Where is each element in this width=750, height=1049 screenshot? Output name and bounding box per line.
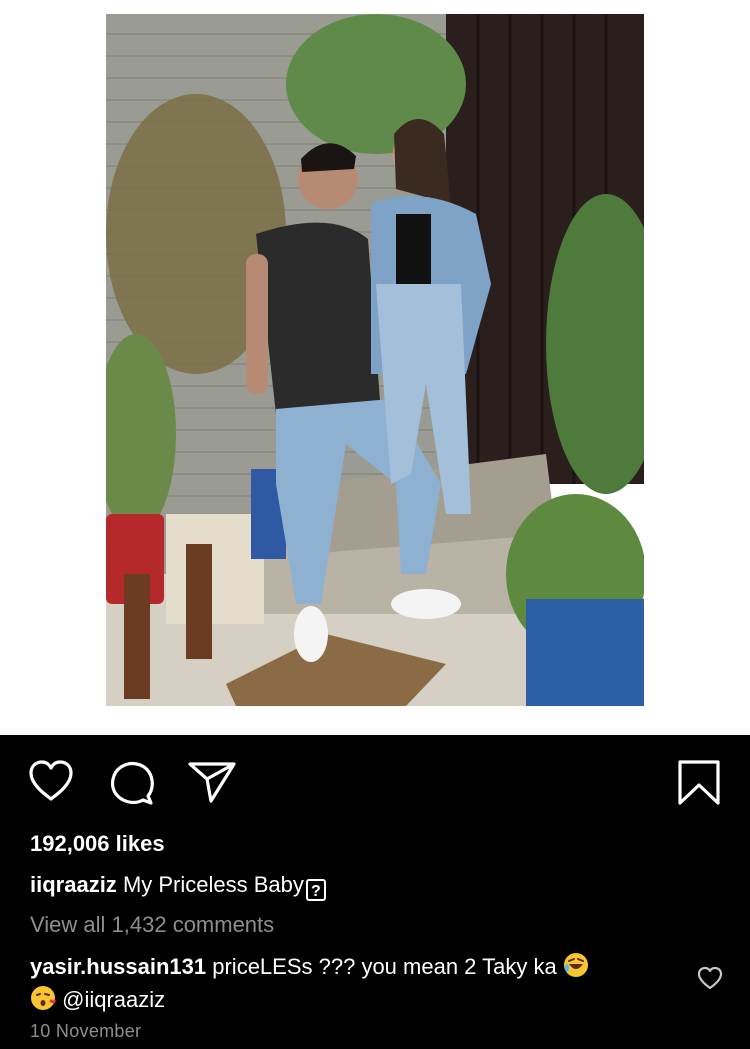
bookmark-icon <box>678 760 720 805</box>
comment-mention[interactable]: @iiqraaziz <box>62 987 165 1012</box>
save-button[interactable] <box>677 759 721 807</box>
kissing-heart-emoji-icon <box>30 985 56 1018</box>
unknown-character-glyph: ? <box>305 879 326 901</box>
caption-text: My Priceless Baby <box>122 872 304 897</box>
post-photo[interactable] <box>106 14 644 706</box>
post-footer: 192,006 likes iiqraaziz My Priceless Bab… <box>0 735 750 1049</box>
comment-username[interactable]: yasir.hussain131 <box>30 954 206 979</box>
view-all-comments-link[interactable]: View all 1,432 comments <box>30 912 274 938</box>
share-button[interactable] <box>187 760 237 804</box>
caption-username[interactable]: iiqraaziz <box>30 872 117 897</box>
speech-bubble-icon <box>110 761 154 805</box>
comment-item: yasir.hussain131 priceLESs ??? you mean … <box>30 952 670 1018</box>
comment-text: priceLESs ??? you mean 2 Taky ka <box>212 954 557 979</box>
like-button[interactable] <box>27 759 75 803</box>
photo-area <box>0 0 750 735</box>
likes-count[interactable]: 192,006 likes <box>30 831 165 857</box>
paper-plane-icon <box>188 762 236 803</box>
post-timestamp: 10 November <box>30 1021 142 1041</box>
small-heart-icon <box>697 966 723 990</box>
caption: iiqraaziz My Priceless Baby? <box>30 872 326 901</box>
rofl-emoji-icon <box>563 952 589 985</box>
comment-button[interactable] <box>109 760 155 806</box>
heart-outline-icon <box>29 760 73 801</box>
comment-like-button[interactable] <box>697 966 723 995</box>
